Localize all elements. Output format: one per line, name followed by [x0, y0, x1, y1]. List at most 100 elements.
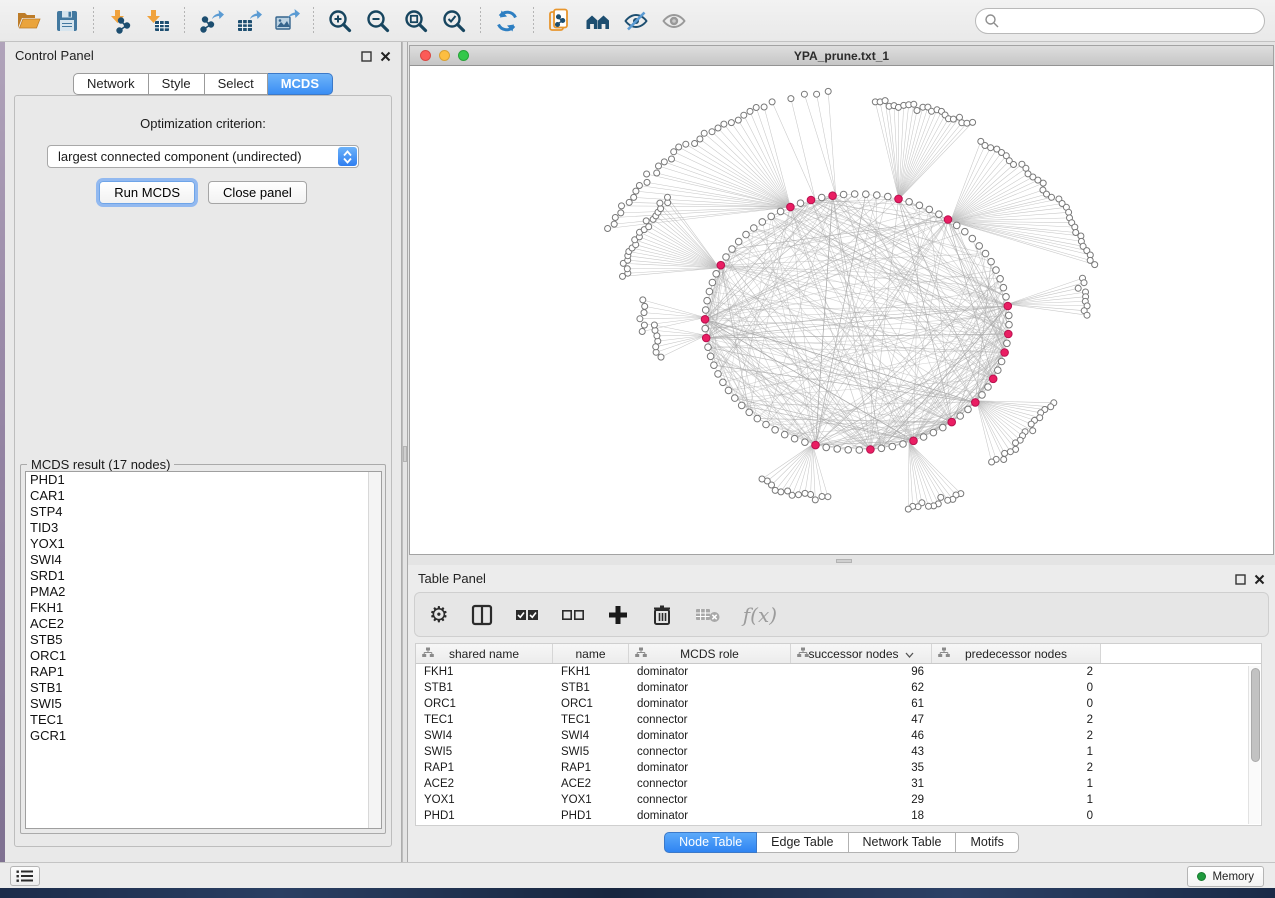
- cell-successor-nodes: 61: [791, 696, 932, 712]
- result-node[interactable]: PMA2: [26, 584, 381, 600]
- result-node[interactable]: CAR1: [26, 488, 381, 504]
- result-node[interactable]: PHD1: [26, 472, 381, 488]
- control-panel-title: Control Panel: [15, 48, 94, 63]
- result-node[interactable]: TEC1: [26, 712, 381, 728]
- desktop-wallpaper-bottom: [0, 888, 1275, 898]
- result-node[interactable]: RAP1: [26, 664, 381, 680]
- export-network-icon[interactable]: [192, 4, 230, 38]
- memory-status-icon: [1197, 872, 1206, 881]
- first-neighbors-icon[interactable]: [579, 4, 617, 38]
- float-panel-icon[interactable]: [1235, 573, 1246, 584]
- table-row[interactable]: TEC1TEC1connector472: [416, 712, 1261, 728]
- run-mcds-button[interactable]: Run MCDS: [99, 181, 195, 204]
- float-panel-icon[interactable]: [361, 50, 372, 61]
- import-table-icon[interactable]: [139, 4, 177, 38]
- zoom-fit-icon[interactable]: [397, 4, 435, 38]
- cell-mcds-role: connector: [629, 776, 791, 792]
- optimization-criterion-label: Optimization criterion:: [15, 116, 391, 131]
- horizontal-splitter[interactable]: [408, 557, 1275, 565]
- cell-mcds-role: connector: [629, 792, 791, 808]
- select-stepper-icon: [338, 147, 357, 166]
- tab-edge-table[interactable]: Edge Table: [757, 832, 848, 853]
- cell-shared-name: ORC1: [416, 696, 553, 712]
- zoom-in-icon[interactable]: [321, 4, 359, 38]
- column-header-successor-nodes[interactable]: successor nodes: [791, 644, 932, 663]
- control-panel: Control Panel NetworkStyleSelectMCDS Opt…: [5, 42, 402, 862]
- gear-icon[interactable]: ⚙: [429, 604, 449, 626]
- tab-network[interactable]: Network: [73, 73, 149, 95]
- tab-style[interactable]: Style: [149, 73, 205, 95]
- table-row[interactable]: PHD1PHD1dominator180: [416, 808, 1261, 824]
- result-node[interactable]: STB5: [26, 632, 381, 648]
- sort-chevron-icon[interactable]: [905, 647, 914, 661]
- delete-column-icon[interactable]: [651, 604, 673, 626]
- open-folder-icon[interactable]: [10, 4, 48, 38]
- zoom-selected-icon[interactable]: [435, 4, 473, 38]
- cell-successor-nodes: 29: [791, 792, 932, 808]
- close-panel-icon[interactable]: [1254, 573, 1265, 584]
- export-table-icon[interactable]: [230, 4, 268, 38]
- deselect-all-icon[interactable]: [561, 608, 585, 622]
- panel-list-toggle-button[interactable]: [10, 866, 40, 886]
- result-node[interactable]: SWI4: [26, 552, 381, 568]
- vertical-splitter-grip[interactable]: [403, 446, 407, 462]
- column-header-mcds-role[interactable]: MCDS role: [629, 644, 791, 663]
- export-image-icon[interactable]: [268, 4, 306, 38]
- table-row[interactable]: ORC1ORC1dominator610: [416, 696, 1261, 712]
- result-node[interactable]: FKH1: [26, 600, 381, 616]
- result-node[interactable]: STP4: [26, 504, 381, 520]
- tab-select[interactable]: Select: [205, 73, 268, 95]
- close-panel-button[interactable]: Close panel: [208, 181, 307, 204]
- result-node[interactable]: STB1: [26, 680, 381, 696]
- table-row[interactable]: SWI4SWI4dominator462: [416, 728, 1261, 744]
- horizontal-splitter-grip[interactable]: [836, 559, 852, 563]
- column-header-predecessor-nodes[interactable]: predecessor nodes: [932, 644, 1101, 663]
- tab-mcds[interactable]: MCDS: [268, 73, 333, 95]
- main-toolbar: [0, 0, 1275, 42]
- table-scrollbar[interactable]: [1248, 666, 1260, 824]
- cell-predecessor-nodes: 0: [932, 680, 1101, 696]
- new-network-from-selection-icon[interactable]: [541, 4, 579, 38]
- split-columns-icon[interactable]: [471, 604, 493, 626]
- function-builder-icon[interactable]: f(x): [743, 603, 777, 627]
- column-type-icon: [797, 647, 809, 661]
- optimization-criterion-select[interactable]: largest connected component (undirected): [47, 145, 359, 168]
- column-header-name[interactable]: name: [553, 644, 629, 663]
- result-node[interactable]: GCR1: [26, 728, 381, 744]
- search-input[interactable]: [975, 8, 1265, 34]
- memory-button[interactable]: Memory: [1187, 866, 1264, 887]
- select-all-icon[interactable]: [515, 608, 539, 622]
- table-row[interactable]: SWI5SWI5connector431: [416, 744, 1261, 760]
- table-row[interactable]: RAP1RAP1dominator352: [416, 760, 1261, 776]
- table-row[interactable]: STB1STB1dominator620: [416, 680, 1261, 696]
- tab-network-table[interactable]: Network Table: [849, 832, 957, 853]
- result-list-scrollbar[interactable]: [368, 472, 381, 828]
- zoom-out-icon[interactable]: [359, 4, 397, 38]
- result-node[interactable]: SWI5: [26, 696, 381, 712]
- table-scrollbar-thumb[interactable]: [1251, 668, 1260, 762]
- hide-selected-icon[interactable]: [617, 4, 655, 38]
- close-panel-icon[interactable]: [380, 50, 391, 61]
- table-row[interactable]: ACE2ACE2connector311: [416, 776, 1261, 792]
- tab-node-table[interactable]: Node Table: [664, 832, 757, 853]
- apply-preferred-layout-icon[interactable]: [488, 4, 526, 38]
- result-node[interactable]: ORC1: [26, 648, 381, 664]
- result-node[interactable]: ACE2: [26, 616, 381, 632]
- save-session-icon[interactable]: [48, 4, 86, 38]
- result-node[interactable]: SRD1: [26, 568, 381, 584]
- delete-table-icon[interactable]: [695, 606, 721, 624]
- cell-name: SWI5: [553, 744, 629, 760]
- table-row[interactable]: YOX1YOX1connector291: [416, 792, 1261, 808]
- result-node[interactable]: TID3: [26, 520, 381, 536]
- column-header-shared-name[interactable]: shared name: [416, 644, 553, 663]
- result-node[interactable]: YOX1: [26, 536, 381, 552]
- network-window-titlebar[interactable]: YPA_prune.txt_1: [409, 45, 1274, 66]
- network-canvas[interactable]: [409, 66, 1274, 555]
- add-column-icon[interactable]: [607, 604, 629, 626]
- import-network-icon[interactable]: [101, 4, 139, 38]
- show-all-icon[interactable]: [655, 4, 693, 38]
- network-view-window: YPA_prune.txt_1: [408, 42, 1275, 557]
- tab-motifs[interactable]: Motifs: [956, 832, 1018, 853]
- table-row[interactable]: FKH1FKH1dominator962: [416, 664, 1261, 680]
- mcds-result-list[interactable]: PHD1CAR1STP4TID3YOX1SWI4SRD1PMA2FKH1ACE2…: [25, 471, 382, 829]
